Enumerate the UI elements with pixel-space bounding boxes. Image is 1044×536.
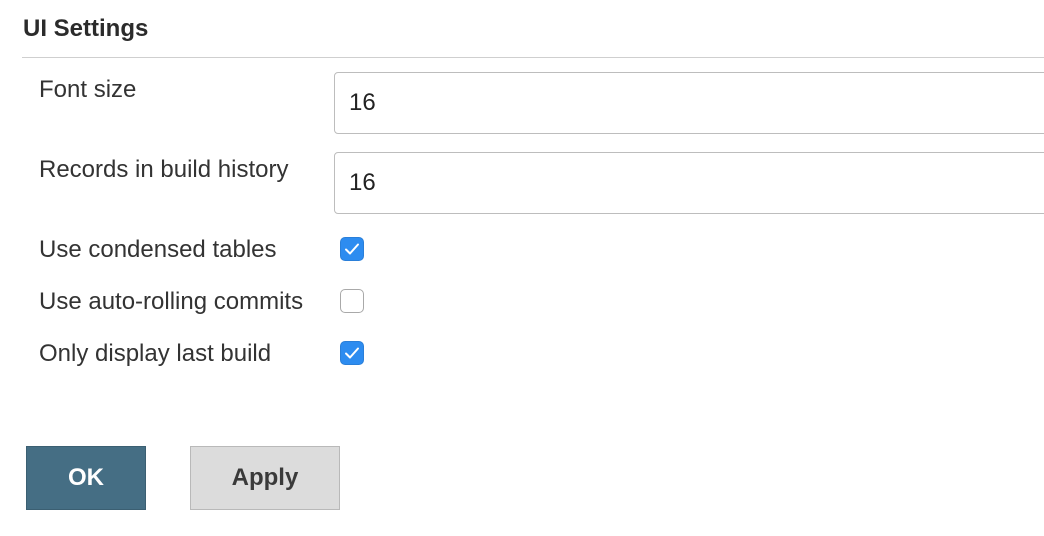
only-display-last-build-label: Only display last build: [39, 340, 272, 367]
only-display-last-build-checkbox[interactable]: [340, 341, 364, 365]
use-condensed-tables-checkbox[interactable]: [340, 237, 364, 261]
apply-button[interactable]: Apply: [190, 446, 340, 510]
records-in-build-history-input[interactable]: [334, 152, 1044, 214]
checkmark-icon: [345, 347, 359, 359]
section-title: UI Settings: [23, 15, 149, 42]
section-divider: [22, 57, 1044, 58]
font-size-label: Font size: [39, 76, 137, 103]
ui-settings-panel: UI Settings Font size Records in build h…: [0, 0, 1044, 536]
font-size-input[interactable]: [334, 72, 1044, 134]
ok-button[interactable]: OK: [26, 446, 146, 510]
use-condensed-tables-label: Use condensed tables: [39, 236, 277, 263]
use-auto-rolling-commits-checkbox[interactable]: [340, 289, 364, 313]
use-auto-rolling-commits-label: Use auto-rolling commits: [39, 288, 304, 315]
records-in-build-history-label: Records in build history: [39, 156, 289, 183]
checkmark-icon: [345, 243, 359, 255]
